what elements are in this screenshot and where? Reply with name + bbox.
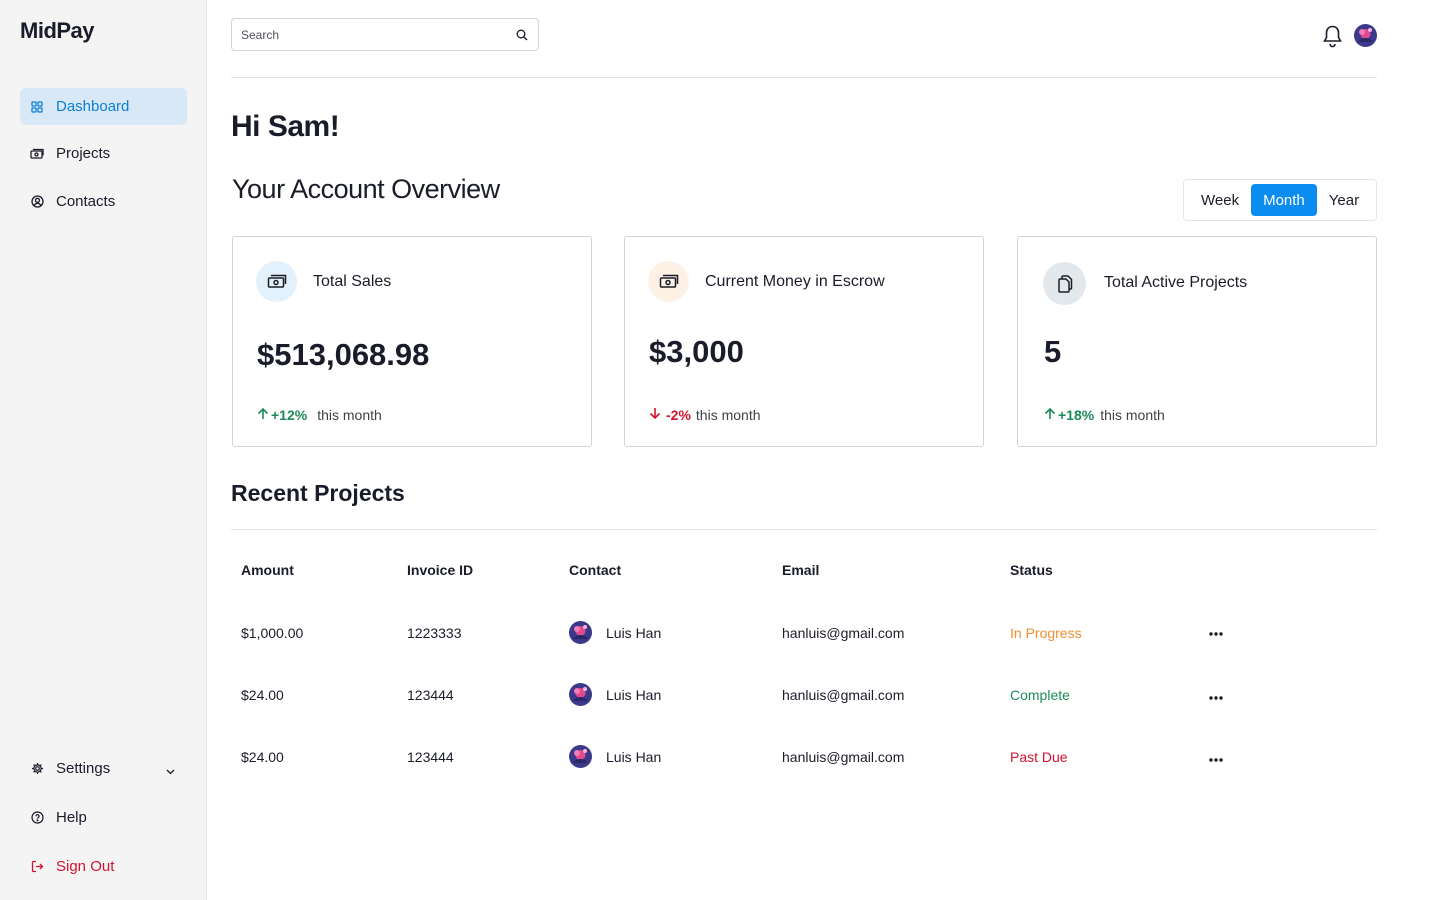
user-circle-icon — [30, 195, 44, 209]
change-percent: +12% — [271, 407, 308, 423]
card-value: $513,068.98 — [257, 337, 430, 372]
table-row[interactable]: $24.00 123444 Luis Han hanluis@gmail.com… — [231, 680, 1377, 710]
sidebar-item-settings[interactable]: Settings — [20, 750, 187, 787]
sidebar-item-contacts[interactable]: Contacts — [20, 183, 187, 220]
invoice-id-cell: 123444 — [407, 749, 454, 765]
change-percent: +18% — [1058, 407, 1095, 423]
card-value: $3,000 — [649, 334, 744, 369]
total-sales-card: Total Sales $513,068.98 +12% this month — [232, 236, 592, 447]
contact-name-cell: Luis Han — [606, 749, 662, 765]
gear-icon — [30, 762, 44, 776]
change-percent: -2% — [666, 407, 691, 423]
column-header-contact: Contact — [569, 562, 622, 578]
sidebar: MidPay Dashboard Projects Contacts Setti… — [0, 0, 207, 900]
card-title: Total Active Projects — [1104, 274, 1248, 291]
status-badge: In Progress — [1010, 625, 1082, 641]
card-title: Total Sales — [313, 273, 392, 290]
arrow-down-icon — [649, 407, 661, 423]
active-projects-card: Total Active Projects 5 +18% this month — [1017, 236, 1377, 447]
sidebar-item-dashboard[interactable]: Dashboard — [20, 88, 187, 125]
sign-out-icon — [30, 860, 44, 874]
app-logo[interactable]: MidPay — [20, 18, 95, 44]
search-box — [231, 18, 539, 51]
sidebar-item-projects[interactable]: Projects — [20, 135, 187, 172]
money-icon — [256, 261, 297, 302]
amount-cell: $24.00 — [241, 749, 284, 765]
status-badge: Past Due — [1010, 749, 1068, 765]
contact-avatar — [569, 621, 592, 649]
search-input[interactable] — [232, 19, 502, 50]
email-cell: hanluis@gmail.com — [782, 749, 905, 765]
email-cell: hanluis@gmail.com — [782, 687, 905, 703]
email-cell: hanluis@gmail.com — [782, 625, 905, 641]
period-toggle: Week Month Year — [1183, 179, 1377, 221]
invoice-id-cell: 123444 — [407, 687, 454, 703]
column-header-amount: Amount — [241, 562, 294, 578]
invoice-id-cell: 1223333 — [407, 625, 462, 641]
card-value: 5 — [1044, 334, 1062, 369]
sidebar-item-label: Contacts — [56, 193, 116, 210]
more-options-icon[interactable] — [1208, 752, 1224, 773]
header-divider — [231, 77, 1377, 78]
user-avatar[interactable] — [1354, 24, 1377, 52]
arrow-up-icon — [1044, 407, 1056, 423]
table-row[interactable]: $1,000.00 1223333 Luis Han hanluis@gmail… — [231, 618, 1377, 648]
sidebar-item-help[interactable]: Help — [20, 799, 187, 836]
escrow-card: Current Money in Escrow $3,000 -2% this … — [624, 236, 984, 447]
card-change: +18% this month — [1044, 407, 1165, 423]
sidebar-item-label: Settings — [56, 760, 111, 777]
column-header-email: Email — [782, 562, 820, 578]
recent-projects-title: Recent Projects — [231, 480, 405, 506]
overview-title: Your Account Overview — [232, 174, 500, 204]
page-greeting: Hi Sam! — [231, 110, 340, 143]
period-year-button[interactable]: Year — [1317, 184, 1371, 216]
documents-icon — [1043, 262, 1086, 305]
contact-name-cell: Luis Han — [606, 625, 662, 641]
sidebar-item-label: Help — [56, 809, 87, 826]
card-change: -2% this month — [649, 407, 761, 423]
search-icon[interactable] — [516, 28, 528, 46]
dashboard-icon — [30, 100, 44, 114]
money-icon — [30, 147, 44, 161]
amount-cell: $1,000.00 — [241, 625, 304, 641]
card-title: Current Money in Escrow — [705, 273, 885, 290]
card-change: +12% this month — [257, 407, 382, 423]
contact-avatar — [569, 683, 592, 711]
arrow-up-icon — [257, 407, 269, 423]
sidebar-item-label: Dashboard — [56, 98, 130, 115]
change-period: this month — [317, 407, 382, 423]
contact-avatar — [569, 745, 592, 773]
help-icon — [30, 811, 44, 825]
column-header-invoice-id: Invoice ID — [407, 562, 474, 578]
more-options-icon[interactable] — [1208, 626, 1224, 647]
period-month-button[interactable]: Month — [1251, 184, 1317, 216]
chevron-down-icon — [166, 762, 175, 779]
bell-icon[interactable] — [1322, 24, 1343, 53]
section-divider — [231, 529, 1377, 530]
money-icon — [648, 261, 689, 302]
contact-name-cell: Luis Han — [606, 687, 662, 703]
column-header-status: Status — [1010, 562, 1053, 578]
amount-cell: $24.00 — [241, 687, 284, 703]
sidebar-item-sign-out[interactable]: Sign Out — [20, 848, 187, 885]
sidebar-item-label: Sign Out — [56, 858, 115, 875]
sidebar-item-label: Projects — [56, 145, 111, 162]
more-options-icon[interactable] — [1208, 690, 1224, 711]
period-week-button[interactable]: Week — [1189, 184, 1251, 216]
status-badge: Complete — [1010, 687, 1070, 703]
table-row[interactable]: $24.00 123444 Luis Han hanluis@gmail.com… — [231, 742, 1377, 772]
change-period: this month — [1100, 407, 1165, 423]
change-period: this month — [695, 407, 761, 423]
